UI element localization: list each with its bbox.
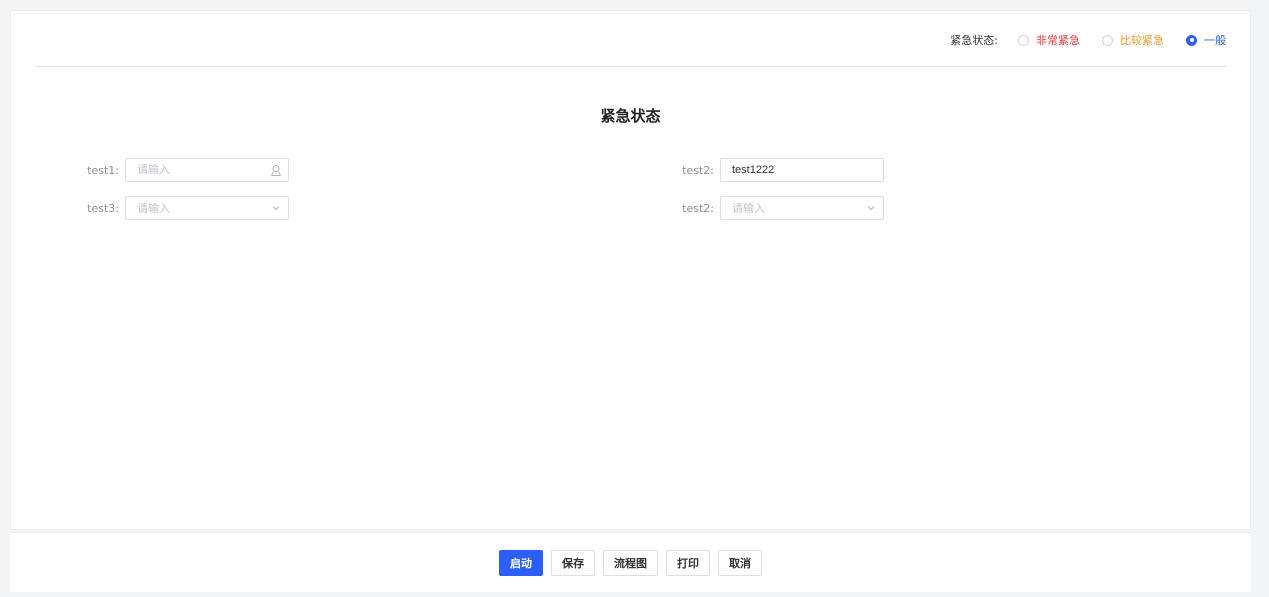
radio-checked-icon[interactable] xyxy=(1186,34,1197,46)
start-button[interactable]: 启动 xyxy=(499,549,543,576)
flowchart-button[interactable]: 流程图 xyxy=(603,549,658,576)
test2-input[interactable] xyxy=(732,164,872,176)
field-label: test2: xyxy=(682,163,714,177)
field-label: test3: xyxy=(87,201,119,215)
page-title: 紧急状态 xyxy=(600,107,661,125)
field-test2-input: test2: xyxy=(682,158,884,182)
urgency-option-fairly-urgent[interactable]: 比较紧急 xyxy=(1102,32,1164,48)
cancel-button[interactable]: 取消 xyxy=(718,549,762,576)
urgency-option-label: 比较紧急 xyxy=(1120,34,1164,47)
select-placeholder: 请输入 xyxy=(137,202,170,215)
field-label: test2: xyxy=(682,201,714,215)
test1-input-wrapper[interactable] xyxy=(125,158,289,182)
chevron-down-icon xyxy=(867,206,875,211)
select-placeholder: 请输入 xyxy=(732,202,765,215)
action-footer: 启动 保存 流程图 打印 取消 xyxy=(10,532,1251,592)
urgency-radio-group: 紧急状态: 非常紧急 比较紧急 一般 xyxy=(950,32,1226,48)
test2-select[interactable]: 请输入 xyxy=(720,196,884,220)
field-test1: test1: xyxy=(87,158,289,182)
urgency-option-very-urgent[interactable]: 非常紧急 xyxy=(1018,32,1080,48)
field-test3: test3: 请输入 xyxy=(87,196,289,220)
top-bar: 紧急状态: 非常紧急 比较紧急 一般 xyxy=(35,11,1226,67)
test3-select[interactable]: 请输入 xyxy=(125,196,289,220)
urgency-option-label: 非常紧急 xyxy=(1036,34,1080,47)
radio-circle-icon[interactable] xyxy=(1018,34,1029,46)
field-label: test1: xyxy=(87,163,119,177)
print-button[interactable]: 打印 xyxy=(666,549,710,576)
save-button[interactable]: 保存 xyxy=(551,549,595,576)
chevron-down-icon xyxy=(272,206,280,211)
test1-input[interactable] xyxy=(137,164,277,176)
urgency-label: 紧急状态: xyxy=(950,34,998,47)
form-card: 紧急状态: 非常紧急 比较紧急 一般 紧急状态 test1: 请输入 test2… xyxy=(10,10,1251,530)
radio-circle-icon[interactable] xyxy=(1102,34,1113,46)
urgency-option-normal[interactable]: 一般 xyxy=(1186,32,1226,48)
user-icon[interactable] xyxy=(270,164,282,176)
field-test2-select: test2: 请输入 xyxy=(682,196,884,220)
urgency-option-label: 一般 xyxy=(1204,34,1226,47)
test2-input-wrapper[interactable] xyxy=(720,158,884,182)
